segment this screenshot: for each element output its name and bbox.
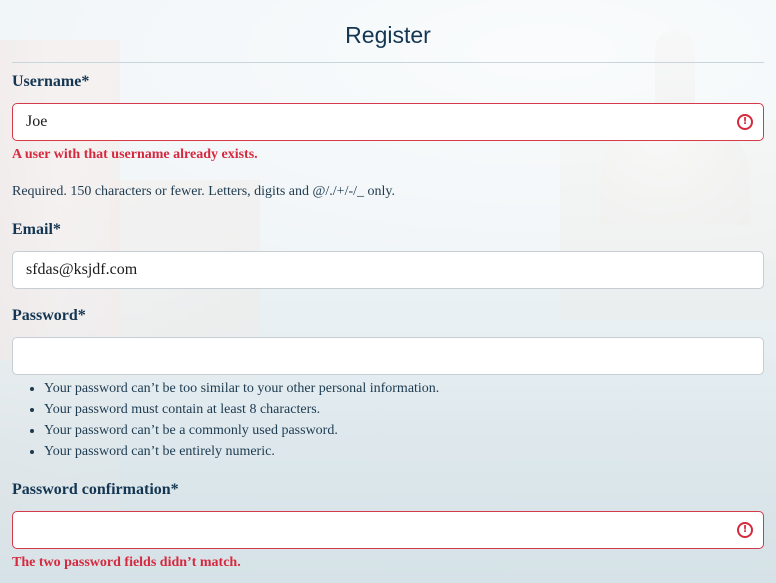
list-item: Your password can’t be entirely numeric. — [44, 441, 439, 462]
page-title: Register — [345, 22, 431, 48]
exclamation-circle-icon: ! — [737, 522, 753, 538]
list-item: Your password can’t be too similar to yo… — [44, 378, 439, 399]
password-confirmation-input[interactable] — [12, 511, 764, 549]
username-input[interactable] — [12, 103, 764, 141]
email-label: Email* — [12, 221, 61, 238]
list-item: Your password must contain at least 8 ch… — [44, 399, 439, 420]
exclamation-circle-icon: ! — [737, 114, 753, 130]
title-divider — [12, 62, 764, 63]
username-help: Required. 150 characters or fewer. Lette… — [12, 184, 395, 199]
username-error: A user with that username already exists… — [12, 147, 258, 162]
password-confirmation-label: Password confirmation* — [12, 481, 179, 498]
username-label: Username* — [12, 73, 90, 90]
password-confirmation-error: The two password fields didn’t match. — [12, 555, 241, 570]
password-rules-list: Your password can’t be too similar to yo… — [12, 378, 439, 462]
list-item: Your password can’t be a commonly used p… — [44, 420, 439, 441]
email-input[interactable] — [12, 251, 764, 289]
register-form: Register Username* ! A user with that us… — [0, 0, 776, 583]
password-input[interactable] — [12, 337, 764, 375]
password-label: Password* — [12, 307, 86, 324]
